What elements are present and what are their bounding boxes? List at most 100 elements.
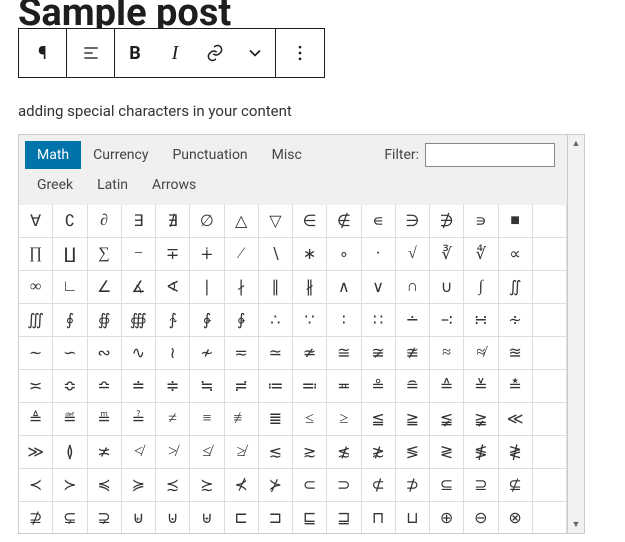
char-cell[interactable]: ≚ [464,370,498,403]
char-cell[interactable]: ≀ [156,337,190,370]
char-cell[interactable]: ∭ [19,304,53,337]
char-cell[interactable]: ∤ [225,271,259,304]
char-cell[interactable]: ≗ [362,370,396,403]
scroll-up-arrow[interactable]: ▲ [568,135,584,152]
char-cell[interactable]: ≓ [225,370,259,403]
char-cell[interactable]: ≒ [190,370,224,403]
char-cell[interactable] [533,205,567,238]
italic-button[interactable]: I [155,29,195,77]
char-cell[interactable] [533,304,567,337]
char-cell[interactable]: ⊓ [362,502,396,533]
char-cell[interactable]: ≙ [430,370,464,403]
char-cell[interactable]: ≏ [88,370,122,403]
char-cell[interactable]: ≾ [156,469,190,502]
char-cell[interactable]: ≹ [499,436,533,469]
char-cell[interactable]: ∻ [499,304,533,337]
char-cell[interactable]: ≳ [293,436,327,469]
char-cell[interactable]: ∀ [19,205,53,238]
char-cell[interactable] [533,271,567,304]
char-cell[interactable]: ≅ [327,337,361,370]
char-cell[interactable]: ≄ [293,337,327,370]
char-cell[interactable]: ≃ [259,337,293,370]
char-cell[interactable]: ∶ [327,304,361,337]
scroll-down-arrow[interactable]: ▼ [568,516,584,533]
char-cell[interactable]: ∦ [293,271,327,304]
char-cell[interactable]: ∍ [464,205,498,238]
char-cell[interactable]: ∹ [430,304,464,337]
char-cell[interactable]: ∽ [53,337,87,370]
char-cell[interactable]: ⊏ [225,502,259,533]
char-cell[interactable]: ∧ [327,271,361,304]
char-cell[interactable] [533,403,567,436]
char-cell[interactable]: ≥ [327,403,361,436]
char-cell[interactable]: ∈ [293,205,327,238]
char-cell[interactable]: ∁ [53,205,87,238]
char-cell[interactable]: ⊋ [88,502,122,533]
char-cell[interactable]: ∕ [225,238,259,271]
char-cell[interactable]: ∸ [396,304,430,337]
char-cell[interactable]: ⊗ [499,502,533,533]
paragraph-block-icon[interactable]: ¶ [19,29,67,77]
char-cell[interactable]: ⊔ [396,502,430,533]
char-cell[interactable]: ≊ [499,337,533,370]
char-cell[interactable]: ⊇ [464,469,498,502]
char-cell[interactable]: ≴ [327,436,361,469]
char-cell[interactable]: ⊖ [464,502,498,533]
char-cell[interactable]: ∯ [88,304,122,337]
char-cell[interactable]: ≣ [259,403,293,436]
char-cell[interactable]: ⊅ [396,469,430,502]
char-cell[interactable] [533,337,567,370]
char-cell[interactable]: ≧ [396,403,430,436]
char-cell[interactable]: ∔ [190,238,224,271]
char-cell[interactable]: ▽ [259,205,293,238]
tab-currency[interactable]: Currency [81,141,160,169]
char-cell[interactable]: ≕ [293,370,327,403]
bold-button[interactable]: B [115,29,155,77]
char-cell[interactable]: ≬ [53,436,87,469]
char-cell[interactable]: ≇ [396,337,430,370]
char-cell[interactable]: ≼ [88,469,122,502]
char-cell[interactable]: ≖ [327,370,361,403]
char-cell[interactable]: ⊁ [259,469,293,502]
char-cell[interactable]: ∩ [396,271,430,304]
char-cell[interactable]: ∾ [88,337,122,370]
char-cell[interactable]: ≪ [499,403,533,436]
char-cell[interactable]: ∬ [499,271,533,304]
tab-greek[interactable]: Greek [25,171,85,199]
char-cell[interactable] [533,370,567,403]
char-cell[interactable]: ≠ [156,403,190,436]
char-cell[interactable]: ≺ [19,469,53,502]
char-cell[interactable]: ≑ [156,370,190,403]
char-cell[interactable]: ≷ [430,436,464,469]
char-cell[interactable]: ⊂ [293,469,327,502]
char-cell[interactable]: ∝ [499,238,533,271]
char-cell[interactable]: ≩ [464,403,498,436]
char-cell[interactable]: ≮ [122,436,156,469]
char-cell[interactable]: ⊒ [327,502,361,533]
char-cell[interactable]: ≦ [362,403,396,436]
char-cell[interactable]: ≫ [19,436,53,469]
char-cell[interactable]: △ [225,205,259,238]
char-cell[interactable]: ⊐ [259,502,293,533]
char-cell[interactable]: ∗ [293,238,327,271]
char-cell[interactable]: ∜ [464,238,498,271]
char-cell[interactable]: ⊄ [362,469,396,502]
char-cell[interactable]: ∡ [122,271,156,304]
char-cell[interactable]: ∙ [362,238,396,271]
char-cell[interactable]: ∪ [430,271,464,304]
char-cell[interactable]: ∠ [88,271,122,304]
char-cell[interactable]: ∨ [362,271,396,304]
char-cell[interactable]: ∼ [19,337,53,370]
char-cell[interactable]: ≱ [225,436,259,469]
char-cell[interactable]: ∌ [430,205,464,238]
char-cell[interactable]: ≞ [88,403,122,436]
char-cell[interactable]: ∥ [259,271,293,304]
char-cell[interactable]: ∖ [259,238,293,271]
char-cell[interactable]: ∰ [122,304,156,337]
char-cell[interactable]: ≤ [293,403,327,436]
char-cell[interactable]: ∫ [464,271,498,304]
char-cell[interactable]: ∐ [53,238,87,271]
char-cell[interactable]: ⊑ [293,502,327,533]
paragraph-content[interactable]: adding special characters in your conten… [18,102,625,120]
char-cell[interactable]: ≭ [88,436,122,469]
